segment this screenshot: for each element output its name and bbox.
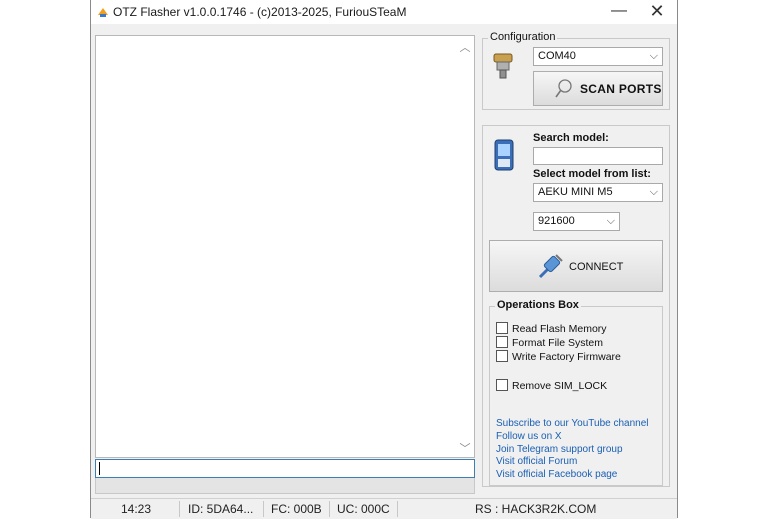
text-caret bbox=[99, 462, 100, 475]
select-model-label: Select model from list: bbox=[533, 168, 651, 180]
search-model-input[interactable] bbox=[533, 147, 663, 165]
telegram-link[interactable]: Join Telegram support group bbox=[496, 444, 623, 455]
model-value: AEKU MINI M5 bbox=[538, 186, 613, 198]
status-fc: FC: 000B bbox=[271, 502, 322, 516]
write-firmware-label: Write Factory Firmware bbox=[512, 351, 621, 363]
chevron-down-icon: ⌵ bbox=[649, 50, 658, 62]
port-value: COM40 bbox=[538, 50, 576, 62]
status-id: ID: 5DA64... bbox=[188, 502, 254, 516]
read-flash-label: Read Flash Memory bbox=[512, 323, 607, 335]
x-link[interactable]: Follow us on X bbox=[496, 431, 562, 442]
status-rs: RS : HACK3R2K.COM bbox=[475, 502, 597, 516]
format-fs-option[interactable]: Format File System bbox=[496, 336, 603, 349]
serial-port-icon bbox=[493, 53, 513, 79]
checkbox[interactable] bbox=[496, 322, 508, 334]
status-divider bbox=[329, 501, 330, 517]
status-divider bbox=[397, 501, 398, 517]
scroll-up-icon[interactable]: ︿ bbox=[458, 39, 472, 54]
checkbox[interactable] bbox=[496, 379, 508, 391]
write-firmware-option[interactable]: Write Factory Firmware bbox=[496, 350, 621, 363]
remove-simlock-option[interactable]: Remove SIM_LOCK bbox=[496, 379, 607, 392]
chevron-down-icon: ⌵ bbox=[649, 186, 658, 198]
baud-value: 921600 bbox=[538, 215, 575, 227]
format-fs-label: Format File System bbox=[512, 337, 604, 349]
status-time: 14:23 bbox=[121, 502, 152, 516]
forum-link[interactable]: Visit official Forum bbox=[496, 456, 577, 467]
connect-button[interactable]: CONNECT bbox=[489, 240, 663, 292]
title-bar[interactable]: OTZ Flasher v1.0.0.1746 - (c)2013-2025, … bbox=[91, 0, 677, 24]
checkbox[interactable] bbox=[496, 336, 508, 348]
connect-label: CONNECT bbox=[569, 261, 624, 273]
model-group: Search model: Select model from list: AE… bbox=[482, 125, 670, 487]
port-select[interactable]: COM40 ⌵ bbox=[533, 47, 663, 66]
configuration-group: Configuration COM40 ⌵ SCAN PORTS bbox=[482, 31, 670, 110]
phone-icon bbox=[494, 139, 514, 171]
read-flash-option[interactable]: Read Flash Memory bbox=[496, 322, 607, 335]
command-input[interactable] bbox=[95, 459, 475, 478]
youtube-link[interactable]: Subscribe to our YouTube channel bbox=[496, 418, 649, 429]
scan-ports-label: SCAN PORTS bbox=[580, 82, 662, 96]
remove-simlock-label: Remove SIM_LOCK bbox=[512, 380, 608, 392]
minimize-button[interactable]: — bbox=[599, 0, 639, 24]
checkbox[interactable] bbox=[496, 350, 508, 362]
log-output[interactable]: ︿ ﹀ bbox=[95, 35, 475, 458]
baud-select[interactable]: 921600 ⌵ bbox=[533, 212, 620, 231]
status-uc: UC: 000C bbox=[337, 502, 390, 516]
magnifier-icon bbox=[555, 79, 572, 98]
close-button[interactable]: ✕ bbox=[637, 0, 677, 24]
status-divider bbox=[179, 501, 180, 517]
configuration-legend: Configuration bbox=[488, 31, 558, 43]
model-select[interactable]: AEKU MINI M5 ⌵ bbox=[533, 183, 663, 202]
status-divider bbox=[263, 501, 264, 517]
app-window: OTZ Flasher v1.0.0.1746 - (c)2013-2025, … bbox=[90, 0, 678, 519]
search-model-label: Search model: bbox=[533, 132, 609, 144]
app-icon bbox=[98, 8, 108, 17]
operations-legend: Operations Box bbox=[495, 299, 581, 311]
chevron-down-icon: ⌵ bbox=[606, 215, 615, 227]
scroll-down-icon[interactable]: ﹀ bbox=[458, 440, 472, 455]
operations-box: Operations Box Read Flash Memory Format … bbox=[489, 299, 663, 486]
progress-bar bbox=[95, 478, 475, 494]
scan-ports-button[interactable]: SCAN PORTS bbox=[533, 71, 663, 106]
window-title: OTZ Flasher v1.0.0.1746 - (c)2013-2025, … bbox=[113, 5, 407, 19]
usb-plug-icon bbox=[538, 254, 563, 279]
status-bar: 14:23 ID: 5DA64... FC: 000B UC: 000C RS … bbox=[91, 498, 677, 519]
facebook-link[interactable]: Visit official Facebook page bbox=[496, 469, 617, 480]
